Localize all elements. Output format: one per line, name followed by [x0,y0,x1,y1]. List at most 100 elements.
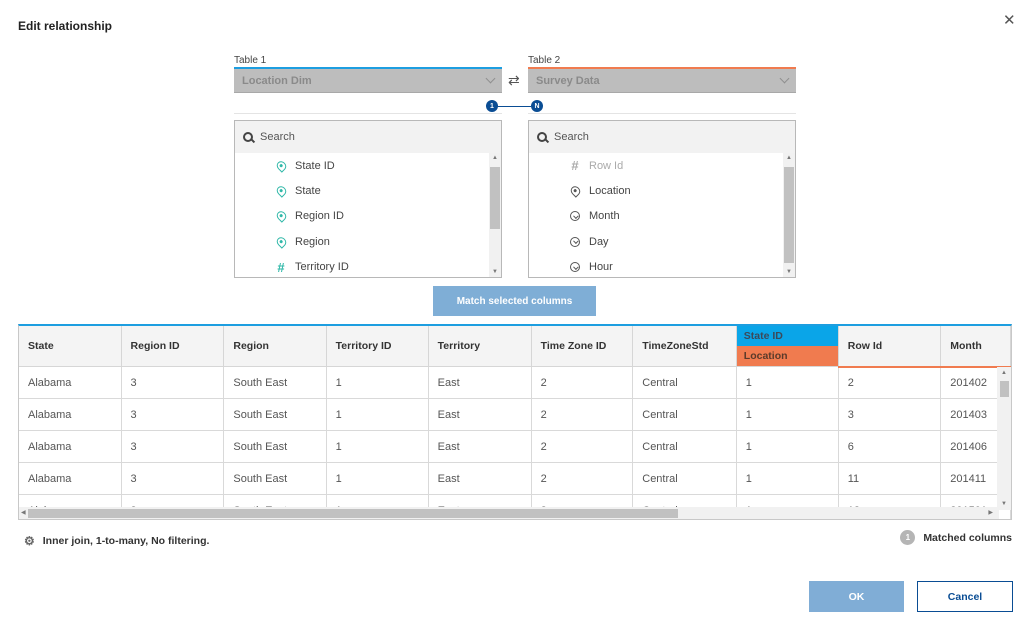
swap-tables-icon[interactable]: ⇄ [508,72,520,89]
column-header[interactable]: Time Zone ID [531,326,634,367]
field-item-month[interactable]: Month [529,204,795,229]
scroll-down-icon[interactable]: ▼ [492,269,498,275]
table-cell: 1 [326,430,429,463]
column-header[interactable]: Region ID [121,326,225,367]
field-label: Hour [589,261,613,274]
table-cell: 2 [838,366,942,399]
table-cell: East [428,462,532,495]
field-item-territory-id[interactable]: # Territory ID [235,255,501,277]
field-label: State ID [295,159,335,172]
table2-select[interactable]: Survey Data [528,67,796,93]
field-item-state[interactable]: State [235,178,501,203]
field-item-location[interactable]: Location [529,178,795,203]
field-label: State [295,185,321,198]
dialog-title: Edit relationship [18,19,113,33]
matched-count-badge: 1 [900,530,916,545]
field-label: Territory ID [295,261,349,274]
field-item-state-id[interactable]: State ID [235,153,501,178]
scroll-left-icon[interactable]: ◀ [21,509,26,516]
table-row[interactable]: Alabama 3 South East 1 East 2 Central 1 3 201403 [19,398,1011,431]
field-label: Month [589,210,620,223]
table1-search-input[interactable]: Search [235,121,501,153]
matched-key-column-header[interactable]: State ID Location [736,326,839,367]
field-label: Region [295,235,330,248]
hash-icon: # [277,259,285,275]
scroll-up-icon[interactable]: ▲ [786,155,792,161]
field-label: Day [589,235,609,248]
search-placeholder: Search [260,131,295,143]
chevron-down-icon [485,73,496,84]
location-pin-icon [274,209,288,224]
table-cell: 6 [838,430,942,463]
cardinality-right-badge[interactable]: N [531,100,543,112]
column-header[interactable]: Territory [428,326,532,367]
divider [234,113,502,114]
grid-horizontal-scrollbar[interactable]: ◀ ▶ [19,507,999,519]
location-pin-icon [274,184,288,198]
field-item-day[interactable]: Day [529,229,795,254]
table-cell: 3 [121,366,225,399]
table-cell: 3 [121,398,225,431]
table-row[interactable]: Alabama 3 South East 1 East 2 Central 1 11 201411 [19,462,1011,495]
table2-search-input[interactable]: Search [529,121,795,153]
cancel-button[interactable]: Cancel [917,581,1013,612]
table-row[interactable]: Alabama 3 South East 1 East 2 Central 1 6 201406 [19,430,1011,463]
scroll-down-icon[interactable]: ▼ [1001,501,1007,507]
table1-select[interactable]: Location Dim [234,67,502,93]
table1-field-list: Search State ID State Region ID Region #… [234,120,502,278]
scroll-thumb[interactable] [28,509,678,518]
search-placeholder: Search [554,131,589,143]
cardinality-left-badge[interactable]: 1 [486,100,498,112]
field-label: Location [589,185,631,198]
table-cell: 1 [326,398,429,431]
scroll-up-icon[interactable]: ▲ [1001,370,1007,376]
chevron-down-icon [779,73,790,84]
table-cell: 3 [121,462,225,495]
table1-value: Location Dim [242,74,312,87]
table-cell: East [428,430,532,463]
location-pin-icon [274,158,288,173]
grid-vertical-scrollbar[interactable]: ▲ ▼ [997,367,1011,510]
column-header[interactable]: State [19,326,122,367]
join-settings-link[interactable]: ⚙ Inner join, 1-to-many, No filtering. [24,534,209,548]
table2-label: Table 2 [528,55,561,66]
clock-icon [569,262,581,273]
scroll-up-icon[interactable]: ▲ [492,155,498,161]
ok-button[interactable]: OK [809,581,904,612]
scroll-thumb[interactable] [490,167,500,229]
table-cell: 2 [531,462,634,495]
table-cell: 11 [838,462,942,495]
table-cell: 1 [326,366,429,399]
column-header[interactable]: Month [940,326,1011,368]
scroll-down-icon[interactable]: ▼ [786,269,792,275]
field-item-region[interactable]: Region [235,229,501,254]
column-header[interactable]: Region [223,326,327,367]
table-cell: Alabama [19,398,122,431]
table-row[interactable]: Alabama 3 South East 1 East 2 Central 1 2 201402 [19,366,1011,399]
scroll-thumb[interactable] [784,167,794,263]
close-icon[interactable]: ✕ [1003,13,1016,28]
search-icon [243,132,253,142]
table-cell: 1 [736,462,839,495]
table-cell: Alabama [19,430,122,463]
table-cell: 2 [531,430,634,463]
table-cell: 1 [736,430,839,463]
match-selected-columns-button[interactable]: Match selected columns [433,286,596,316]
field-item-hour[interactable]: Hour [529,255,795,277]
field-label: Row Id [589,159,624,172]
column-header[interactable]: Row Id [838,326,942,368]
column-header[interactable]: Territory ID [326,326,429,367]
scroll-right-icon[interactable]: ▶ [988,509,993,516]
scrollbar[interactable]: ▲ ▼ [783,153,795,277]
location-pin-icon [274,235,288,249]
column-header[interactable]: TimeZoneStd [632,326,737,367]
table-cell: East [428,398,532,431]
matched-columns-label: Matched columns [923,531,1012,544]
scrollbar[interactable]: ▲ ▼ [489,153,501,277]
field-label: Region ID [295,210,344,223]
scroll-thumb[interactable] [1000,381,1009,397]
field-item-row-id[interactable]: # Row Id [529,153,795,178]
table-cell: 2 [531,398,634,431]
clock-icon [569,236,581,247]
field-item-region-id[interactable]: Region ID [235,204,501,229]
